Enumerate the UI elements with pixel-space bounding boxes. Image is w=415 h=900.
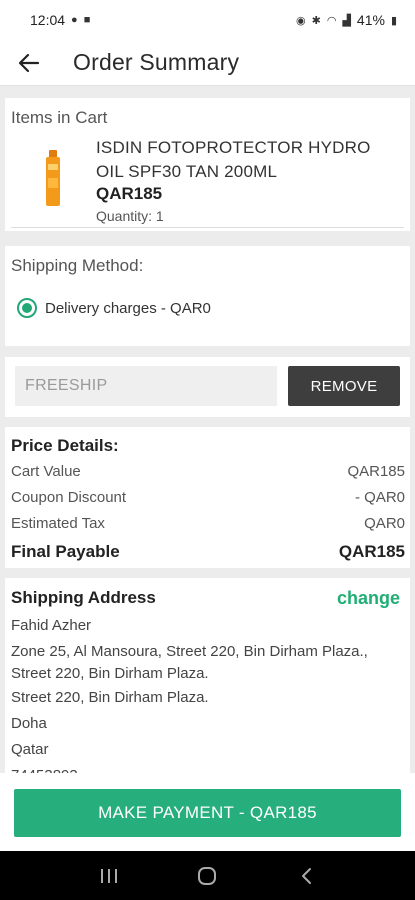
price-label: Coupon Discount [11, 489, 127, 506]
product-price: QAR185 [96, 184, 163, 203]
status-right: ◉ ✱ ◠ ▟ 41% ▮ [296, 12, 397, 28]
chevron-left-icon [301, 867, 311, 884]
delivery-option-label: Delivery charges - QAR0 [45, 299, 211, 317]
price-row-cart-value: Cart Value QAR185 [11, 463, 405, 480]
final-payable-value: QAR185 [338, 542, 405, 561]
address-city: Doha [11, 715, 47, 732]
price-value: QAR185 [347, 463, 405, 480]
change-address-link[interactable]: change [337, 588, 400, 609]
address-country: Qatar [11, 741, 49, 758]
battery-level: 41% [356, 12, 385, 28]
make-payment-button[interactable]: MAKE PAYMENT - QAR185 [14, 789, 401, 837]
divider [11, 227, 404, 228]
payment-footer: MAKE PAYMENT - QAR185 [0, 773, 415, 851]
shipping-method-title: Shipping Method: [11, 256, 144, 275]
wifi-icon: ◠ [326, 14, 337, 27]
radio-selected-dot [22, 303, 32, 313]
price-value: QAR0 [364, 515, 405, 532]
product-name: ISDIN FOTOPROTECTOR HYDRO OIL SPF30 TAN … [96, 138, 371, 181]
home-icon [198, 866, 217, 885]
delivery-option[interactable]: Delivery charges - QAR0 [17, 298, 211, 318]
status-time: 12:04 [30, 12, 66, 28]
coupon-card: FREESHIP REMOVE [5, 357, 410, 417]
cart-title: Items in Cart [11, 108, 108, 127]
alarm-icon: ◉ [296, 14, 306, 27]
recent-apps-button[interactable] [89, 856, 129, 896]
address-line-2: Street 220, Bin Dirham Plaza. [11, 689, 209, 706]
price-row-final-payable: Final Payable QAR185 [11, 542, 405, 562]
arrow-left-icon [18, 53, 40, 72]
product-quantity: Quantity: 1 [96, 208, 164, 224]
signal-icon: ▟ [342, 14, 351, 27]
price-details-title: Price Details: [11, 436, 119, 455]
radio-button[interactable] [17, 298, 37, 318]
bluetooth-icon: ✱ [311, 14, 321, 27]
price-row-estimated-tax: Estimated Tax QAR0 [11, 515, 405, 532]
recent-apps-icon [101, 868, 118, 883]
price-value: - QAR0 [354, 489, 405, 506]
coupon-field[interactable]: FREESHIP [15, 366, 277, 406]
gallery-icon: ■ [83, 14, 91, 26]
price-details-card: Price Details: Cart Value QAR185 Coupon … [5, 427, 410, 568]
address-line-1: Zone 25, Al Mansoura, Street 220, Bin Di… [11, 643, 368, 682]
price-label: Estimated Tax [11, 515, 105, 532]
notification-icon: ● [71, 14, 78, 26]
status-left: 12:04 ● ■ [30, 12, 90, 28]
battery-icon: ▮ [390, 14, 397, 27]
final-payable-label: Final Payable [11, 542, 120, 561]
back-nav-button[interactable] [286, 856, 326, 896]
product-image [45, 150, 61, 206]
price-row-coupon-discount: Coupon Discount - QAR0 [11, 489, 405, 506]
home-button[interactable] [187, 856, 227, 896]
back-button[interactable] [0, 40, 58, 86]
shipping-method-card: Shipping Method: Delivery charges - QAR0 [5, 246, 410, 346]
shipping-address-title: Shipping Address [11, 588, 156, 607]
page-title: Order Summary [73, 49, 240, 75]
address-phone: 74453893 [11, 765, 406, 773]
status-bar: 12:04 ● ■ ◉ ✱ ◠ ▟ 41% ▮ [0, 0, 415, 40]
app-bar: Order Summary [0, 40, 415, 86]
remove-coupon-button[interactable]: REMOVE [288, 366, 400, 406]
system-nav-bar [0, 851, 415, 900]
price-label: Cart Value [11, 463, 81, 480]
address-name: Fahid Azher [11, 617, 92, 634]
cart-card: Items in Cart ISDIN FOTOPROTECTOR HYDRO … [5, 98, 410, 231]
shipping-address-card: Shipping Address change Fahid Azher Zone… [5, 578, 410, 773]
